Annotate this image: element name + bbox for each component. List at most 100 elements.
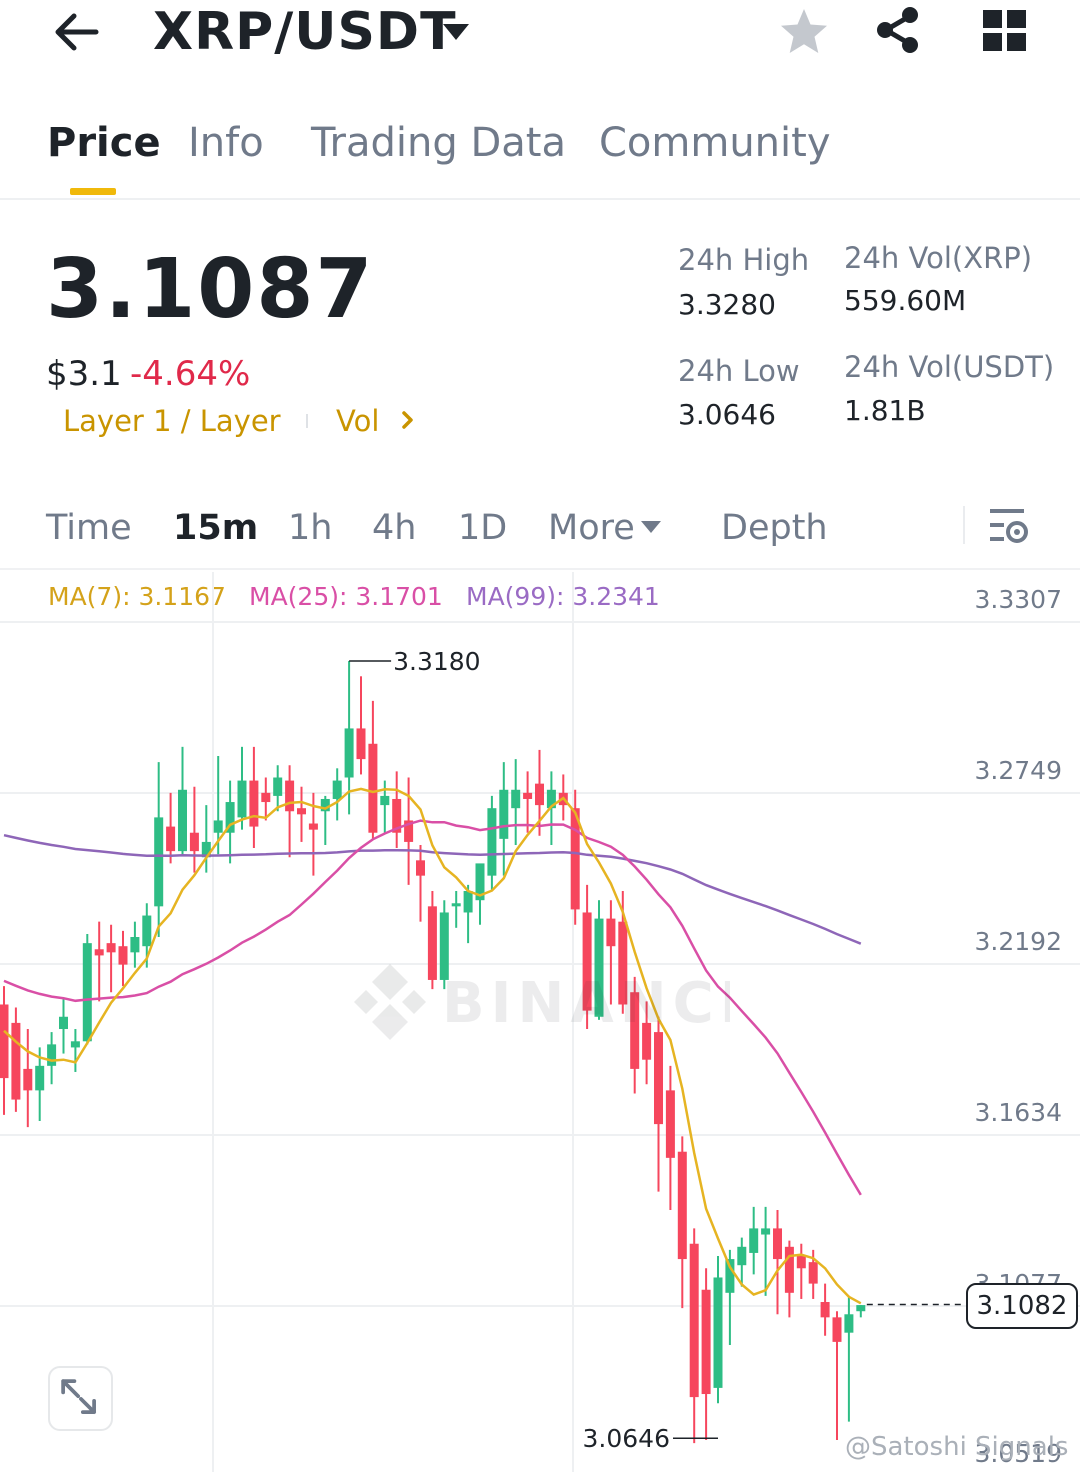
current-price-badge: 3.1082 xyxy=(966,1283,1078,1329)
candle-body xyxy=(213,820,223,833)
usd-price: $3.1 xyxy=(46,354,122,394)
candle-body xyxy=(677,1151,687,1260)
interval-4h[interactable]: 4h xyxy=(372,508,416,548)
ma7-line xyxy=(3,787,862,1305)
high-marker-label: 3.3180 xyxy=(393,647,480,676)
candle-body xyxy=(332,780,342,799)
depth-tab[interactable]: Depth xyxy=(721,508,828,548)
interval-15m[interactable]: 15m xyxy=(173,508,258,548)
candle-body xyxy=(70,1041,80,1048)
candle-body xyxy=(356,728,366,760)
low-label: 24h Low xyxy=(678,354,800,388)
back-arrow-icon[interactable] xyxy=(50,8,102,56)
candle-body xyxy=(380,795,390,806)
candle-body xyxy=(511,789,521,809)
candle-body xyxy=(368,743,378,833)
interval-time[interactable]: Time xyxy=(46,508,132,548)
tab-price[interactable]: Price xyxy=(47,120,161,166)
candle-body xyxy=(106,943,116,953)
candle-body xyxy=(689,1243,699,1398)
candle-body xyxy=(130,937,140,953)
watermark-text: BINANCE xyxy=(442,971,730,1036)
star-icon[interactable] xyxy=(778,6,830,58)
candle-body xyxy=(665,1090,675,1158)
tag-divider xyxy=(306,414,308,428)
candle-body xyxy=(701,1289,711,1395)
vol-base-value: 559.60M xyxy=(844,284,967,317)
moving-averages xyxy=(3,787,862,1305)
category-tag[interactable]: Layer 1 / Layer xyxy=(63,404,281,438)
vol-tag[interactable]: Vol xyxy=(336,404,379,438)
candle-body xyxy=(47,1044,57,1066)
y-tick-label: 3.3307 xyxy=(975,585,1062,614)
tab-community[interactable]: Community xyxy=(599,120,831,166)
candles xyxy=(0,660,866,1444)
interval-bar: Time 15m 1h 4h 1D More Depth xyxy=(0,490,1080,570)
pair-title[interactable]: XRP/USDT xyxy=(153,2,457,62)
caret-down-icon[interactable] xyxy=(640,520,662,534)
candle-body xyxy=(59,1016,68,1030)
chart-settings-icon[interactable] xyxy=(988,506,1030,546)
candle-body xyxy=(118,946,128,965)
interval-more[interactable]: More xyxy=(548,508,635,548)
candle-body xyxy=(856,1305,866,1312)
y-tick-label: 3.1634 xyxy=(975,1098,1062,1127)
tab-info[interactable]: Info xyxy=(188,120,264,166)
y-tick-label: 3.2749 xyxy=(975,756,1062,785)
grid-icon[interactable] xyxy=(983,10,1027,52)
candle-body xyxy=(273,777,283,796)
candle-body xyxy=(297,808,306,815)
candle-body xyxy=(654,1032,663,1125)
candle-body xyxy=(249,780,259,827)
candle-body xyxy=(749,1228,759,1253)
candle-body xyxy=(784,1246,794,1293)
tab-trading-data[interactable]: Trading Data xyxy=(311,120,566,166)
candle-body xyxy=(0,1004,9,1079)
candle-body xyxy=(535,783,544,806)
interval-1d[interactable]: 1D xyxy=(458,508,507,548)
candle-body xyxy=(189,832,199,852)
interval-1h[interactable]: 1h xyxy=(288,508,332,548)
vol-quote-value: 1.81B xyxy=(844,394,926,427)
candle-body xyxy=(463,890,473,913)
low-marker-label: 3.0646 xyxy=(583,1424,670,1453)
vol-base-label: 24h Vol(XRP) xyxy=(844,241,1033,275)
expand-icon xyxy=(61,1379,96,1414)
binance-watermark: BINANCE xyxy=(354,964,730,1040)
fullscreen-button[interactable] xyxy=(48,1366,113,1431)
candle-body xyxy=(23,1068,33,1091)
caret-down-icon[interactable] xyxy=(440,18,472,44)
candle-body xyxy=(166,826,176,852)
candle-body xyxy=(487,808,497,876)
candle-body xyxy=(773,1228,782,1260)
chevron-right-icon[interactable] xyxy=(400,408,416,432)
candle-body xyxy=(142,915,152,947)
y-tick-label: 3.2192 xyxy=(975,927,1062,956)
candle-body xyxy=(761,1228,771,1235)
candle-body xyxy=(737,1246,747,1266)
candle-body xyxy=(796,1256,806,1269)
candle-body xyxy=(35,1065,45,1091)
candle-body xyxy=(94,949,104,956)
candle-body xyxy=(11,1022,21,1100)
candle-body xyxy=(523,792,533,799)
candle-body xyxy=(285,780,295,812)
high-value: 3.3280 xyxy=(678,288,776,321)
candle-body xyxy=(178,789,187,852)
candle-body xyxy=(844,1314,854,1333)
top-bar: XRP/USDT xyxy=(0,0,1080,70)
candle-body xyxy=(82,943,92,1042)
divider xyxy=(963,506,965,544)
candle-body xyxy=(820,1302,830,1318)
price-change-percent: -4.64% xyxy=(130,354,251,394)
candle-body xyxy=(713,1277,723,1388)
candle-body xyxy=(416,860,425,876)
vol-quote-label: 24h Vol(USDT) xyxy=(844,350,1055,384)
last-price: 3.1087 xyxy=(46,242,375,337)
candle-body xyxy=(832,1317,842,1342)
y-axis-labels: 3.33073.27493.21923.16343.10773.0519 xyxy=(975,585,1062,1468)
share-icon[interactable] xyxy=(874,4,924,56)
high-label: 24h High xyxy=(678,243,810,277)
candle-body xyxy=(808,1262,818,1284)
candle-body xyxy=(154,817,164,907)
